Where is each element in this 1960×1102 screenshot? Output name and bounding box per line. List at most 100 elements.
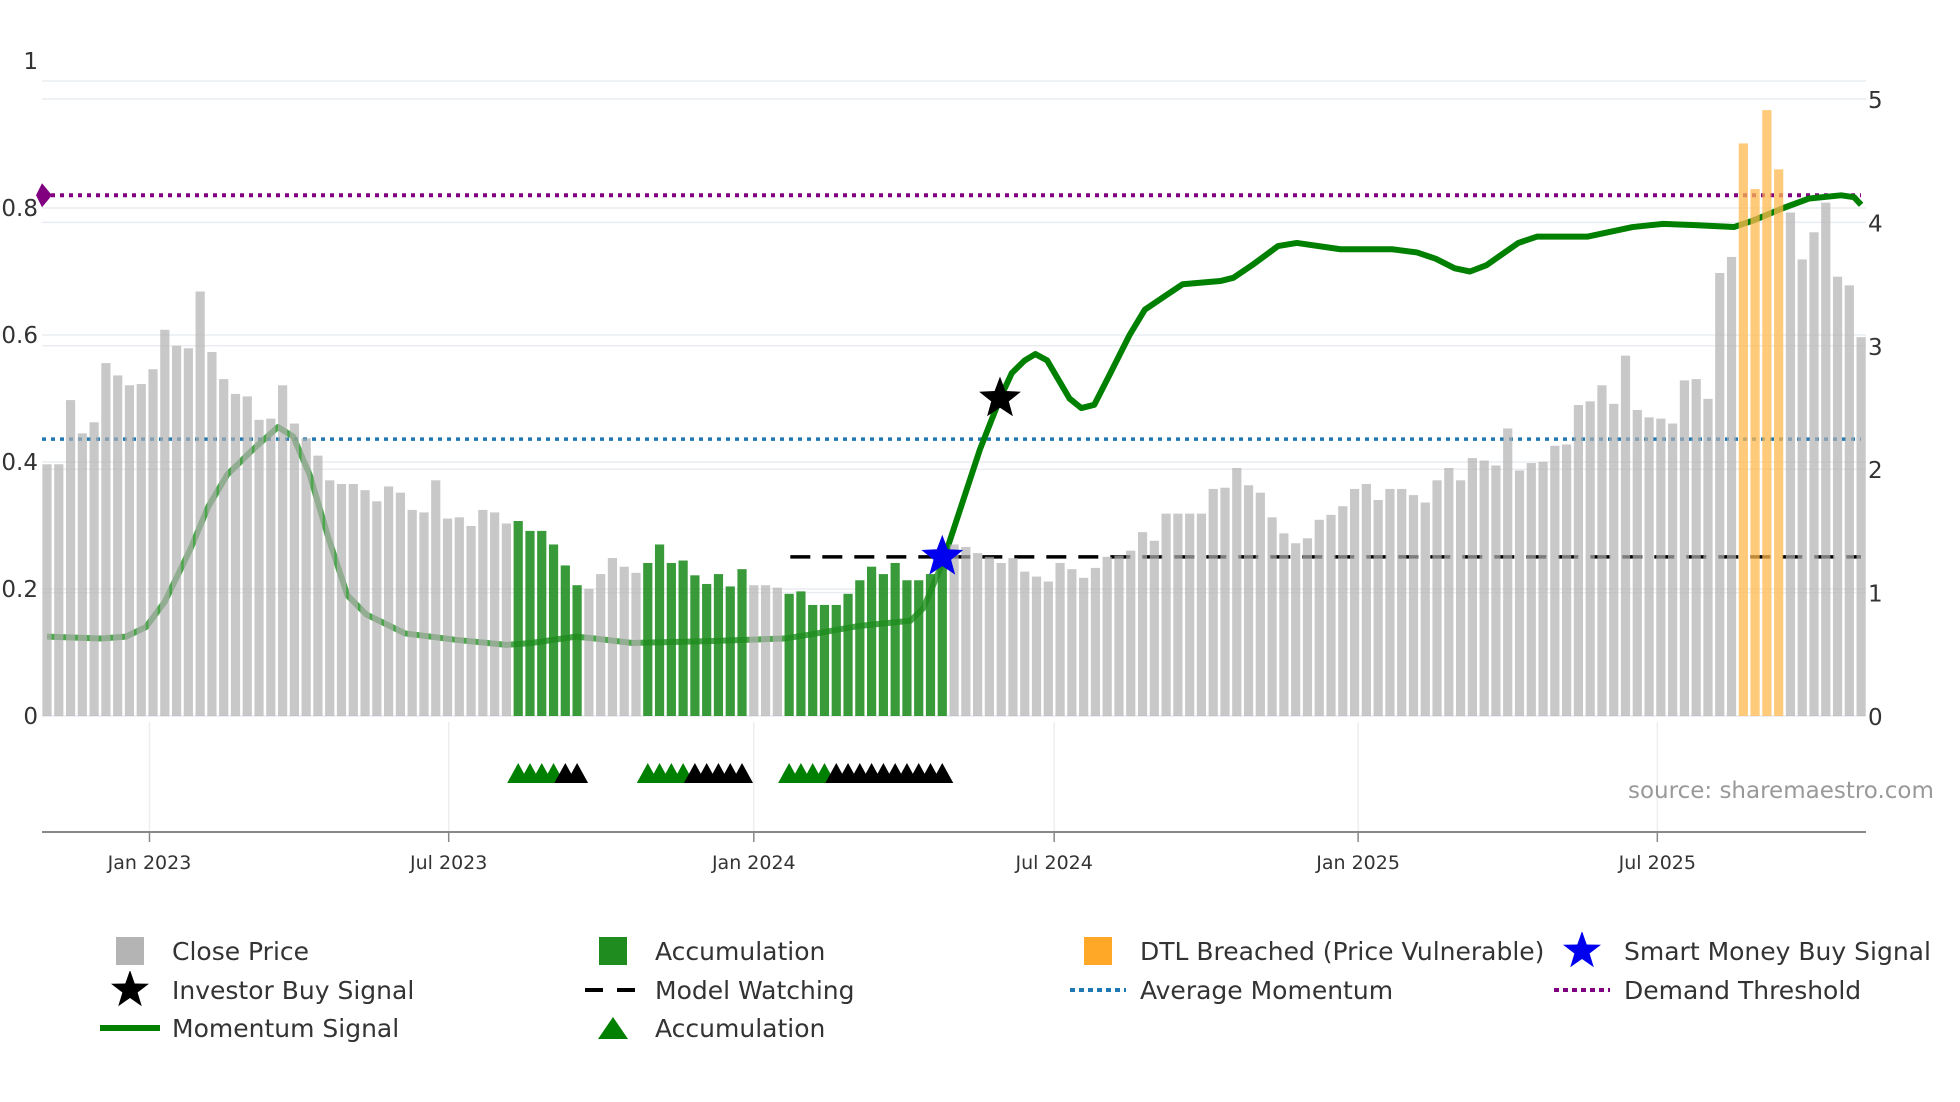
dtl-breached-bar — [1750, 189, 1760, 716]
accumulation-bar — [796, 591, 806, 716]
legend-item[interactable]: Average Momentum — [1070, 973, 1393, 1007]
close-price-bar — [1597, 385, 1607, 716]
close-price-bar — [584, 588, 594, 716]
close-price-bar — [1208, 488, 1218, 716]
accumulation-bar — [572, 585, 582, 716]
close-price-bar — [631, 572, 641, 716]
close-price-bar — [749, 585, 759, 716]
close-price-bar — [1703, 398, 1713, 716]
accumulation-bar — [902, 580, 912, 716]
close-price-bar — [1326, 514, 1336, 716]
legend-item[interactable]: DTL Breached (Price Vulnerable) — [1084, 934, 1544, 968]
close-price-bar — [101, 363, 111, 716]
close-price-bar — [42, 464, 52, 716]
x-tick-label: Jan 2023 — [107, 852, 192, 874]
close-price-bar — [1856, 337, 1866, 716]
legend-item[interactable]: Model Watching — [585, 973, 855, 1007]
close-price-bar — [207, 351, 217, 716]
close-price-bar — [372, 501, 382, 716]
dtl-breached-bar — [1738, 143, 1748, 716]
close-price-bar — [1291, 543, 1301, 716]
close-price-bar — [1302, 538, 1313, 716]
close-price-bar — [619, 566, 629, 716]
close-price-bar — [454, 517, 464, 716]
close-price-bar — [1397, 488, 1407, 716]
legend-item[interactable]: Momentum Signal — [100, 1011, 399, 1045]
close-price-bar — [183, 348, 193, 716]
left-tick-label: 0.8 — [1, 196, 38, 222]
accumulation-bar — [855, 580, 865, 716]
close-price-bar — [136, 384, 146, 716]
accumulation-bar — [725, 586, 735, 716]
right-tick-label: 4 — [1868, 211, 1883, 237]
close-price-bar — [1821, 202, 1831, 716]
close-price-bar — [325, 480, 335, 716]
accumulation-bar — [878, 574, 888, 716]
close-price-bar — [1008, 558, 1018, 716]
close-price-bar — [148, 369, 158, 716]
x-tick-label: Jul 2025 — [1618, 852, 1696, 874]
source-label: source: sharemaestro.com — [1628, 778, 1934, 804]
accumulation-bar — [914, 580, 924, 716]
close-price-bar — [1632, 409, 1642, 716]
accumulation-bar — [737, 569, 747, 716]
close-price-bar — [1314, 519, 1324, 716]
right-tick-label: 5 — [1868, 88, 1883, 114]
close-price-bar — [1444, 467, 1454, 716]
legend-item[interactable]: Demand Threshold — [1554, 973, 1861, 1007]
accumulation-bar — [867, 566, 877, 716]
close-price-bar — [1809, 232, 1819, 716]
close-price-bar — [1479, 460, 1489, 716]
legend-label: Accumulation — [655, 936, 826, 966]
close-price-bar — [1797, 259, 1807, 716]
demand-threshold-marker — [36, 183, 52, 208]
close-price-bar — [996, 562, 1006, 716]
close-price-bar — [1185, 513, 1195, 716]
close-price-bar — [1243, 485, 1254, 716]
close-price-bar — [961, 546, 971, 716]
close-price-bar — [501, 523, 512, 716]
close-price-bar — [431, 480, 441, 716]
close-price-bar — [1562, 444, 1572, 716]
legend-item[interactable]: Close Price — [116, 934, 309, 968]
close-price-bar — [1526, 463, 1536, 716]
accumulation-bar — [666, 562, 676, 716]
accumulation-bar — [890, 562, 900, 716]
left-tick-label: 1 — [23, 49, 38, 75]
accumulation-bar — [713, 574, 724, 716]
x-tick-label: Jul 2023 — [409, 852, 487, 874]
accumulation-bar — [678, 560, 688, 716]
close-price-bar — [1432, 480, 1442, 716]
close-price-bar — [54, 464, 64, 716]
close-price-bar — [1114, 555, 1124, 716]
left-tick-label: 0.2 — [1, 577, 38, 603]
close-price-bar — [301, 438, 311, 716]
close-price-bar — [1220, 487, 1230, 716]
close-price-bar — [760, 585, 771, 716]
close-price-bar — [1079, 577, 1089, 716]
accumulation-bar — [702, 583, 712, 716]
legend-item[interactable]: Accumulation — [598, 1011, 825, 1045]
close-price-bar — [219, 379, 229, 716]
legend-item[interactable]: Smart Money Buy Signal — [1563, 932, 1931, 968]
accumulation-bar — [819, 604, 830, 716]
close-price-bar — [478, 509, 488, 716]
close-price-bar — [1232, 467, 1242, 716]
close-price-bar — [1726, 256, 1737, 716]
legend-item[interactable]: Accumulation — [599, 934, 826, 968]
close-price-bar — [1196, 513, 1207, 716]
right-tick-label: 3 — [1868, 335, 1883, 361]
accumulation-bar — [513, 521, 523, 716]
close-price-bar — [1361, 484, 1371, 716]
close-price-bar — [230, 393, 241, 716]
legend-dash-icon — [583, 973, 643, 1007]
accumulation-bar — [808, 604, 818, 716]
x-tick-label: Jul 2024 — [1015, 852, 1093, 874]
legend-square-icon — [100, 934, 160, 968]
close-price-bar — [1338, 506, 1348, 716]
close-price-bar — [1679, 380, 1690, 716]
close-price-bar — [1090, 567, 1101, 716]
legend-item[interactable]: Investor Buy Signal — [111, 971, 414, 1007]
close-price-bar — [384, 486, 394, 716]
x-tick-label: Jan 2025 — [1315, 852, 1400, 874]
